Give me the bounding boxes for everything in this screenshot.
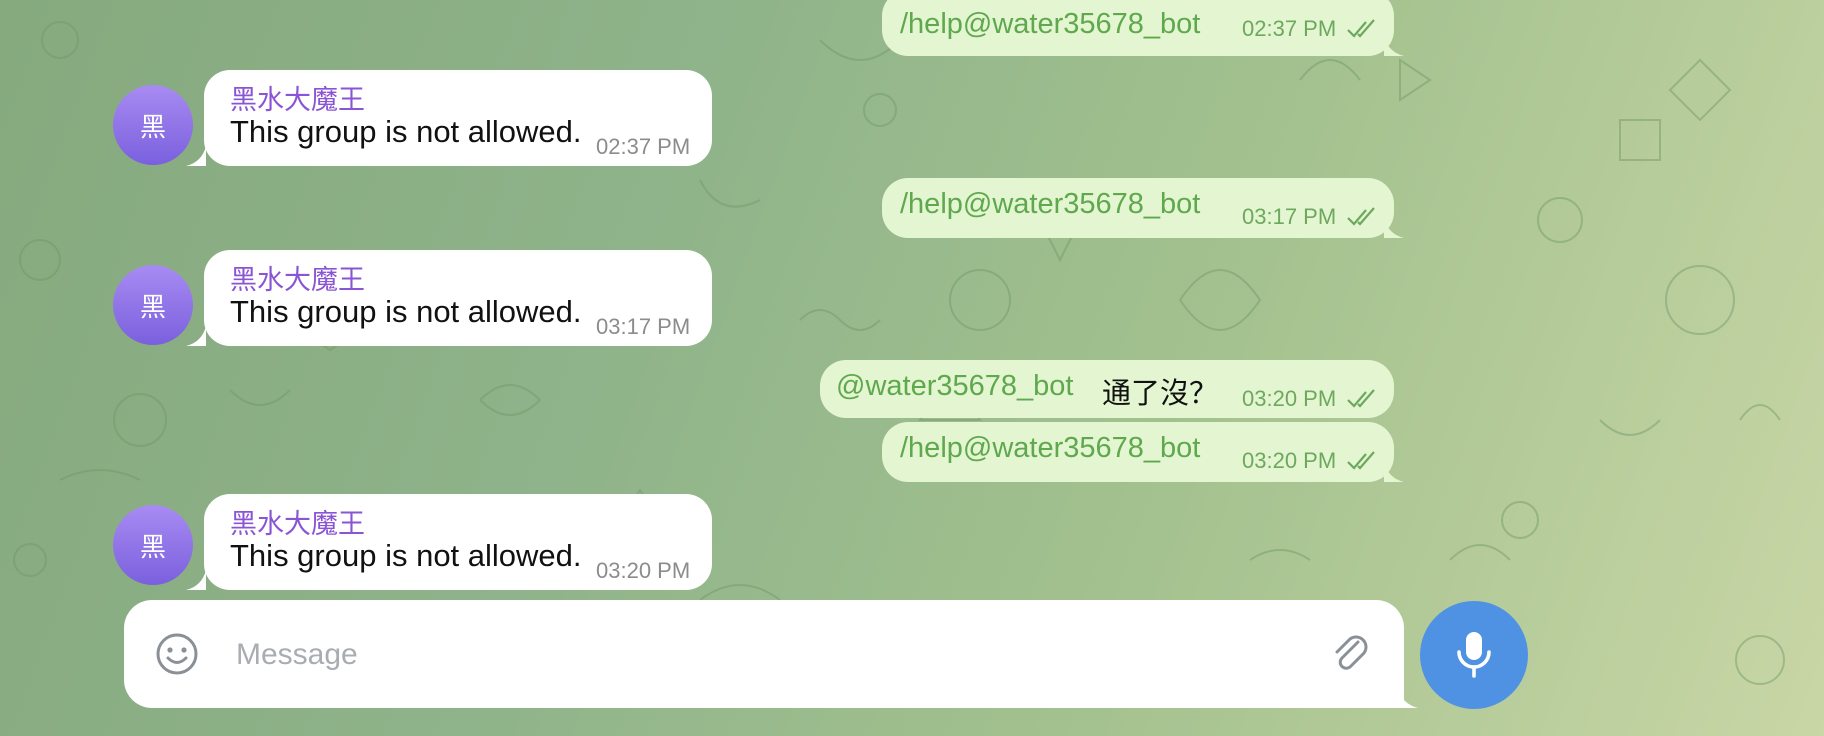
message-text: 通了沒？ <box>1102 378 1219 410</box>
bubble-tail <box>186 570 206 590</box>
avatar[interactable]: 黑 <box>113 505 193 585</box>
message-time: 02:37 PM <box>1242 16 1337 41</box>
message-time: 03:20 PM <box>596 558 691 583</box>
message-meta: 02:37 PM <box>1242 16 1380 42</box>
incoming-message[interactable]: 黑水大魔王 This group is not allowed. 03:20 P… <box>204 494 712 590</box>
double-check-icon <box>1347 207 1376 226</box>
message-time: 03:20 PM <box>1242 448 1337 473</box>
bot-command-link[interactable]: /help@water35678_bot <box>900 188 1200 221</box>
double-check-icon <box>1347 451 1376 470</box>
sender-name[interactable]: 黑水大魔王 <box>230 502 365 541</box>
message-meta: 03:20 PM <box>1242 448 1380 474</box>
paperclip-icon[interactable] <box>1328 630 1374 676</box>
incoming-message[interactable]: 黑水大魔王 This group is not allowed. 02:37 P… <box>204 70 712 166</box>
bubble-tail <box>186 146 206 166</box>
message-meta: 03:20 PM <box>1242 386 1380 412</box>
message-input[interactable] <box>234 628 1288 682</box>
message-time: 03:17 PM <box>596 314 691 339</box>
double-check-icon <box>1347 389 1376 408</box>
avatar[interactable]: 黑 <box>113 265 193 345</box>
message-text: This group is not allowed. <box>230 114 582 149</box>
microphone-icon <box>1457 632 1491 678</box>
sender-name[interactable]: 黑水大魔王 <box>230 258 365 297</box>
bot-command-link[interactable]: /help@water35678_bot <box>900 8 1200 41</box>
smiley-icon[interactable] <box>154 631 200 677</box>
bubble-tail <box>186 326 206 346</box>
incoming-message[interactable]: 黑水大魔王 This group is not allowed. 03:17 P… <box>204 250 712 346</box>
outgoing-message[interactable]: /help@water35678_bot 03:20 PM <box>882 422 1394 482</box>
outgoing-message[interactable]: /help@water35678_bot 03:17 PM <box>882 178 1394 238</box>
mention-link[interactable]: @water35678_bot <box>836 370 1073 403</box>
composer-tail <box>1396 686 1418 708</box>
message-time: 03:20 PM <box>1242 386 1337 411</box>
message-meta: 03:17 PM <box>1242 204 1380 230</box>
message-time: 02:37 PM <box>596 134 691 159</box>
bubble-tail <box>1384 36 1404 56</box>
avatar[interactable]: 黑 <box>113 85 193 165</box>
outgoing-message[interactable]: /help@water35678_bot 02:37 PM <box>882 0 1394 56</box>
message-text: This group is not allowed. <box>230 294 582 329</box>
outgoing-message[interactable]: @water35678_bot 通了沒？ 03:20 PM <box>820 360 1394 418</box>
double-check-icon <box>1347 19 1376 38</box>
voice-record-button[interactable] <box>1420 601 1528 709</box>
bot-command-link[interactable]: /help@water35678_bot <box>900 432 1200 465</box>
message-text: This group is not allowed. <box>230 538 582 573</box>
sender-name[interactable]: 黑水大魔王 <box>230 78 365 117</box>
message-time: 03:17 PM <box>1242 204 1337 229</box>
bubble-tail <box>1384 218 1404 238</box>
bubble-tail <box>1384 462 1404 482</box>
